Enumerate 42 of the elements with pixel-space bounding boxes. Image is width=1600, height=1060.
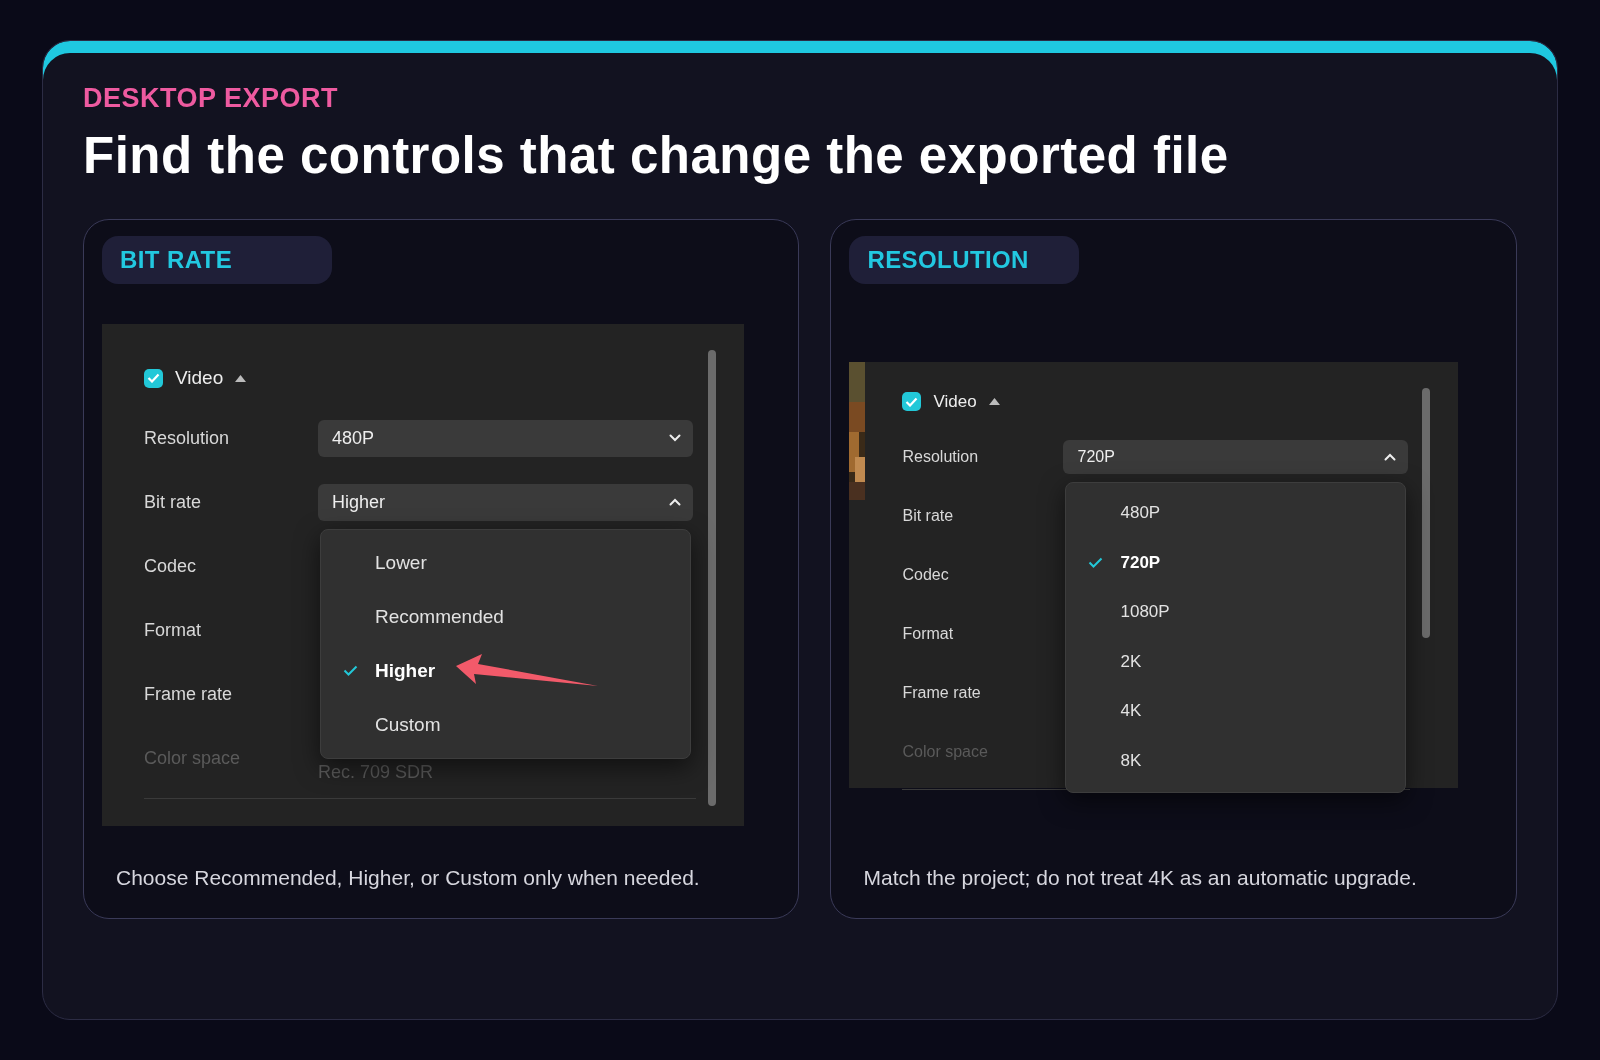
panel-caption: Choose Recommended, Higher, or Custom only when needed. [115,866,701,890]
collapse-icon[interactable] [988,398,1000,405]
panel-tag: BIT RATE [102,236,332,284]
panel-caption: Match the project; do not treat 4K as an automatic upgrade. [862,866,1418,890]
menu-option[interactable]: 720P [1066,538,1406,588]
scrollbar[interactable] [708,350,716,806]
check-icon [343,665,358,676]
menu-option[interactable]: 8K [1066,736,1406,786]
dropdown-select[interactable]: 720P [1063,439,1409,474]
setting-label: Resolution [144,427,230,449]
panel-tag: RESOLUTION [849,236,1080,284]
checkbox[interactable] [144,368,163,388]
menu-option[interactable]: Custom [321,697,690,752]
menu-option[interactable]: Higher [321,643,690,698]
check-icon [1088,557,1104,569]
section-label: Video [933,391,977,412]
collapse-icon[interactable] [235,374,247,382]
chevron-down-icon [669,434,681,442]
menu-option[interactable]: 4K [1066,686,1406,736]
setting-label: Codec [902,565,949,584]
scrollbar[interactable] [1422,388,1431,638]
menu-option[interactable]: Lower [321,535,690,590]
chevron-up-icon [669,498,681,506]
menu-option[interactable]: 1080P [1066,587,1406,637]
page-title: Find the controls that change the exported file [83,126,1230,185]
menu-option[interactable]: 480P [1066,488,1406,538]
setting-label: Format [902,624,954,643]
menu-option[interactable]: Recommended [321,589,690,644]
setting-label: Frame rate [144,683,233,705]
dropdown-select[interactable]: 480P [318,419,693,457]
checkbox[interactable] [902,392,922,411]
setting-label: Bit rate [902,506,954,525]
menu-option[interactable]: 2K [1066,637,1406,687]
setting-label: Bit rate [144,491,202,513]
setting-label: Codec [144,555,197,577]
setting-label: Format [144,619,201,641]
setting-label: Resolution [902,447,979,466]
section-label: Video [175,367,224,389]
eyebrow: DESKTOP EXPORT [83,83,340,114]
dropdown-select[interactable]: Higher [318,483,693,521]
setting-label: Frame rate [902,683,981,702]
chevron-up-icon [1384,452,1397,461]
